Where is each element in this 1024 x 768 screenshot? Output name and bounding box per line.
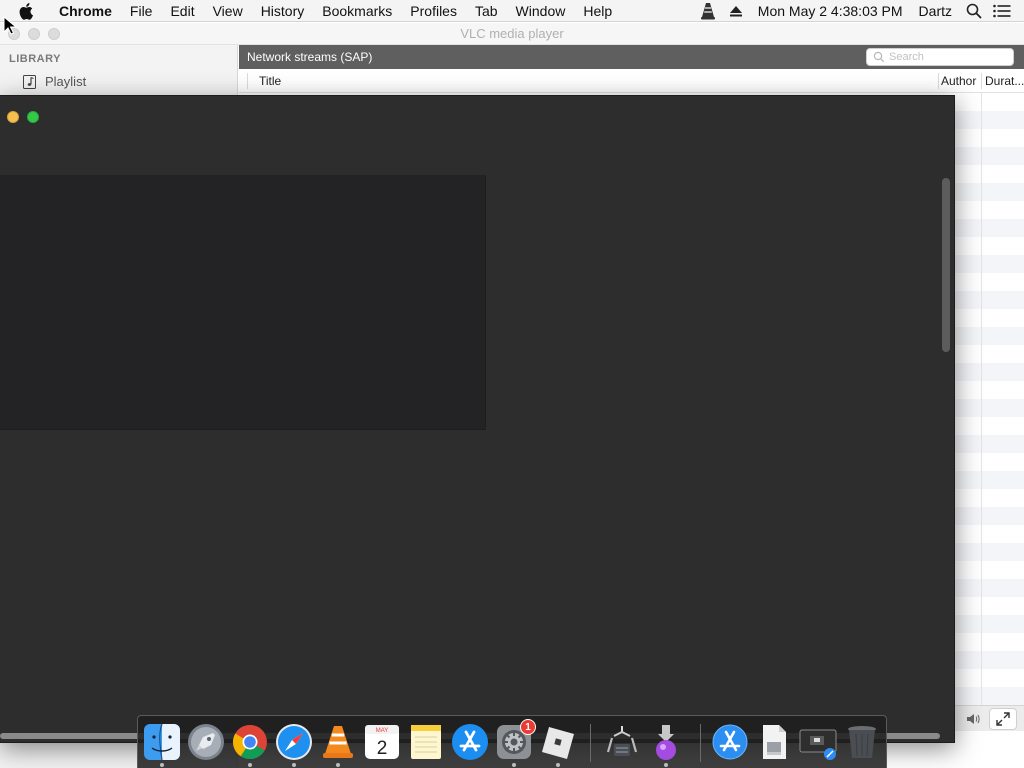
dock-app-store[interactable] [450, 722, 490, 762]
fullscreen-icon [996, 712, 1010, 726]
dock-roblox[interactable] [538, 722, 578, 762]
apple-menu-icon[interactable] [18, 2, 36, 20]
vlc-zoom-button[interactable] [48, 28, 60, 40]
dock-chrome[interactable] [230, 722, 270, 762]
mouse-cursor-icon [3, 16, 17, 35]
menu-edit[interactable]: Edit [161, 0, 203, 22]
safari-compass-icon [276, 724, 312, 760]
status-area: Mon May 2 4:38:03 PM Dartz [694, 0, 1024, 22]
installer-icon [656, 725, 676, 760]
column-separator [247, 73, 248, 89]
menu-window[interactable]: Window [507, 0, 575, 22]
volume-icon[interactable] [965, 711, 981, 727]
vlc-cone-icon[interactable] [698, 0, 718, 22]
trash-icon [848, 726, 876, 758]
dock-vlc[interactable] [318, 722, 358, 762]
eject-icon[interactable] [726, 0, 746, 22]
calendar-month: MAY [376, 728, 389, 734]
dock-screenshot[interactable] [798, 722, 838, 762]
dock-launchpad[interactable] [186, 722, 226, 762]
vlc-window-title: VLC media player [460, 26, 564, 41]
dock-notes[interactable] [406, 722, 446, 762]
menu-view[interactable]: View [204, 0, 252, 22]
menu-bar: Chrome File Edit View History Bookmarks … [0, 0, 1024, 22]
roblox-icon [542, 727, 574, 759]
playlist-rows [955, 93, 1024, 705]
dock-trash[interactable] [842, 722, 882, 762]
menu-history[interactable]: History [252, 0, 314, 22]
dock-installer[interactable] [646, 722, 686, 762]
vlc-controls-bar [955, 705, 1024, 731]
menu-tab[interactable]: Tab [466, 0, 507, 22]
video-output-area[interactable] [0, 175, 486, 430]
dock-finder[interactable] [142, 722, 182, 762]
chrome-icon [232, 725, 267, 760]
running-indicator [160, 763, 164, 767]
scanner-icon [606, 726, 638, 756]
menu-help[interactable]: Help [574, 0, 621, 22]
clock[interactable]: Mon May 2 4:38:03 PM [750, 0, 911, 22]
library-section-title: LIBRARY [9, 53, 61, 65]
running-indicator [664, 763, 668, 767]
column-title[interactable]: Title [259, 69, 281, 93]
playlist-search[interactable] [866, 48, 1014, 66]
dock-separator [700, 724, 701, 762]
minimize-button[interactable] [7, 111, 19, 123]
calendar-day: 2 [377, 738, 388, 759]
sidebar-item-playlist[interactable]: Playlist [22, 74, 86, 89]
vlc-cone-icon [323, 726, 353, 758]
dock-calendar[interactable]: MAY 2 [362, 722, 402, 762]
menu-file[interactable]: File [121, 0, 162, 22]
search-icon [873, 51, 885, 63]
playlist-column-headers: Title Author Durat... [239, 69, 1024, 93]
launchpad-rocket-icon [188, 724, 224, 760]
playlist-header: Network streams (SAP) [239, 45, 1024, 69]
dock-separator [590, 724, 591, 762]
screenshot-icon [799, 729, 837, 760]
dock-system-preferences[interactable]: 1 [494, 719, 536, 762]
column-author[interactable]: Author [941, 69, 976, 93]
menu-app-chrome[interactable]: Chrome [50, 0, 121, 22]
column-separator [981, 73, 982, 89]
dock: MAY 2 1 [137, 715, 887, 768]
running-indicator [512, 763, 516, 767]
notification-badge: 1 [520, 719, 536, 735]
column-separator [938, 73, 939, 89]
zoom-button[interactable] [27, 111, 39, 123]
calendar-icon: MAY 2 [365, 725, 399, 759]
menu-profiles[interactable]: Profiles [401, 0, 466, 22]
menu-bookmarks[interactable]: Bookmarks [313, 0, 401, 22]
dock-app-store-folder[interactable] [710, 722, 750, 762]
playlist-icon [22, 74, 36, 89]
running-indicator [292, 763, 296, 767]
running-indicator [248, 763, 252, 767]
sidebar-item-label: Playlist [45, 74, 87, 89]
fullscreen-button[interactable] [989, 708, 1017, 730]
running-indicator [556, 763, 560, 767]
column-duration[interactable]: Durat... [985, 69, 1024, 93]
finder-icon [144, 723, 180, 761]
vertical-scrollbar[interactable] [942, 178, 950, 352]
vlc-minimize-button[interactable] [28, 28, 40, 40]
dock-safari[interactable] [274, 722, 314, 762]
notification-center-icon[interactable] [992, 0, 1012, 22]
notes-icon [411, 725, 441, 759]
dark-video-window [0, 95, 955, 743]
spotlight-search-icon[interactable] [964, 0, 984, 22]
dock-scanner-utility[interactable] [602, 722, 642, 762]
user-name[interactable]: Dartz [911, 0, 960, 22]
app-store-icon [452, 724, 488, 760]
document-icon [763, 725, 786, 759]
dock-document[interactable] [754, 722, 794, 762]
app-store-folder-icon [712, 724, 748, 760]
running-indicator [336, 763, 340, 767]
playlist-title: Network streams (SAP) [247, 50, 373, 64]
search-input[interactable] [889, 51, 1007, 63]
vlc-titlebar[interactable]: VLC media player [0, 23, 1024, 45]
